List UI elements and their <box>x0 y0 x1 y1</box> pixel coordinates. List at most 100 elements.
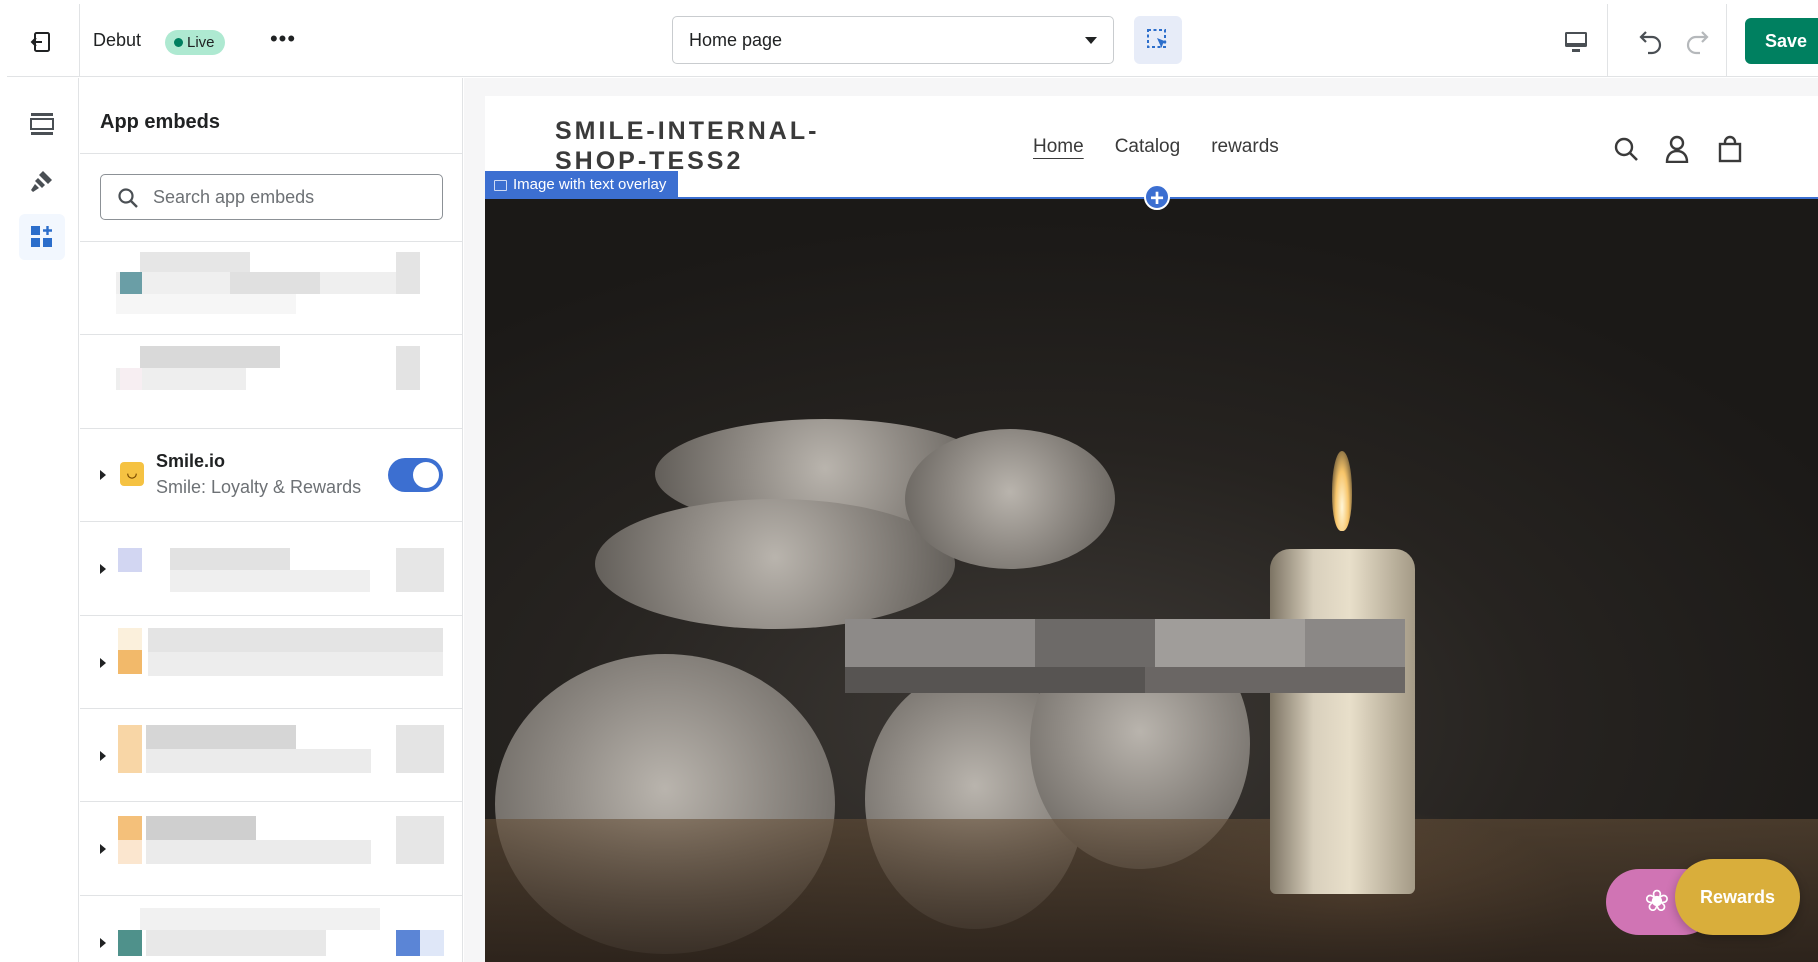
pixelated-block <box>396 548 444 592</box>
editor-rail <box>7 78 79 962</box>
redacted-app-row[interactable] <box>80 896 462 962</box>
cart-bag-icon <box>1718 135 1742 163</box>
inspector-toggle-button[interactable] <box>1134 16 1182 64</box>
apps-add-icon <box>31 226 52 247</box>
redacted-app-row[interactable] <box>80 522 462 615</box>
redo-icon <box>1686 31 1709 55</box>
live-status-badge: Live <box>165 30 225 55</box>
expand-icon[interactable] <box>100 658 106 668</box>
pixelated-block <box>845 667 1145 693</box>
pixelated-block <box>118 930 142 956</box>
nav-link-home[interactable]: Home <box>1033 136 1084 158</box>
caret-down-icon <box>1085 37 1097 44</box>
smile-logo-icon: ◡ <box>120 462 144 486</box>
undo-icon <box>1639 31 1662 55</box>
save-button[interactable]: Save <box>1745 18 1818 64</box>
divider <box>1607 4 1608 77</box>
towel-image-part <box>905 429 1115 569</box>
redacted-app-row[interactable] <box>80 242 462 335</box>
expand-icon[interactable] <box>100 564 106 574</box>
divider <box>80 153 462 154</box>
store-nav: Home Catalog rewards <box>1033 136 1279 158</box>
flower-icon: ❀ <box>1644 885 1670 918</box>
pixelated-block <box>420 930 444 956</box>
pixelated-block <box>1155 619 1305 667</box>
pixelated-block <box>146 725 296 749</box>
expand-icon[interactable] <box>100 938 106 948</box>
search-icon <box>1614 137 1638 161</box>
expand-icon[interactable] <box>100 470 106 480</box>
pixelated-block <box>1035 619 1155 667</box>
store-search-button[interactable] <box>1611 134 1641 164</box>
app-embed-toggle[interactable] <box>388 458 443 492</box>
rewards-launcher-button[interactable]: Rewards <box>1675 859 1800 935</box>
pixelated-block <box>146 840 371 864</box>
pixelated-block <box>396 816 444 864</box>
rail-item-theme-settings[interactable] <box>19 158 65 204</box>
panel-title: App embeds <box>100 111 221 133</box>
expand-icon[interactable] <box>100 751 106 761</box>
desktop-view-button[interactable] <box>1560 26 1592 58</box>
storefront-preview: SMILE-INTERNAL-SHOP-TESS2 Home Catalog r… <box>485 96 1818 962</box>
search-icon <box>118 188 138 208</box>
candle-image-part <box>1270 549 1415 894</box>
exit-icon <box>30 32 50 52</box>
pixelated-block <box>140 908 380 930</box>
redacted-app-row[interactable] <box>80 616 462 709</box>
app-subtitle: Smile: Loyalty & Rewards <box>156 477 362 497</box>
store-account-button[interactable] <box>1662 134 1692 164</box>
pixelated-block <box>118 650 142 674</box>
editor-topbar: Debut Live ••• Home page Save <box>7 4 1818 77</box>
pixelated-block <box>1305 619 1405 667</box>
section-label[interactable]: Image with text overlay <box>485 171 679 199</box>
page-selector[interactable]: Home page <box>672 16 1114 64</box>
sections-icon <box>30 113 54 135</box>
pixelated-block <box>120 368 142 390</box>
pixelated-block <box>396 346 420 390</box>
redacted-app-row[interactable] <box>80 802 462 895</box>
pixelated-block <box>118 816 142 840</box>
account-icon <box>1665 135 1689 163</box>
redacted-app-row[interactable] <box>80 709 462 802</box>
app-embeds-panel: App embeds ◡ Smile.io Smile: Loyalty & R… <box>80 78 463 962</box>
pixelated-block <box>170 548 290 570</box>
pixelated-block <box>170 570 370 592</box>
undo-button[interactable] <box>1634 24 1668 58</box>
pixelated-block <box>140 346 280 368</box>
pixelated-block <box>1145 667 1405 693</box>
nav-link-catalog[interactable]: Catalog <box>1115 136 1181 158</box>
inspector-select-icon <box>1147 29 1167 48</box>
pixelated-block <box>146 816 256 840</box>
pixelated-block <box>116 294 296 314</box>
rail-item-sections[interactable] <box>19 101 65 147</box>
pixelated-block <box>396 725 444 773</box>
more-actions-button[interactable]: ••• <box>265 28 301 58</box>
page-selector-value: Home page <box>689 30 783 50</box>
pixelated-block <box>140 252 250 272</box>
pixelated-block <box>148 652 443 676</box>
divider <box>79 4 80 77</box>
flame-image-part <box>1332 451 1352 531</box>
expand-icon[interactable] <box>100 844 106 854</box>
redo-button[interactable] <box>1680 24 1714 58</box>
redacted-app-row[interactable] <box>80 335 462 428</box>
search-input[interactable] <box>153 175 433 219</box>
add-section-button[interactable]: + <box>1144 184 1170 211</box>
pixelated-block <box>118 628 142 650</box>
theme-name: Debut <box>93 30 142 50</box>
pixelated-block <box>845 619 1035 667</box>
search-app-embeds[interactable] <box>100 174 443 220</box>
store-logo-text[interactable]: SMILE-INTERNAL-SHOP-TESS2 <box>555 116 845 176</box>
rail-item-app-embeds[interactable] <box>19 214 65 260</box>
exit-button[interactable] <box>25 26 57 58</box>
app-embed-smile-io[interactable]: ◡ Smile.io Smile: Loyalty & Rewards <box>80 429 462 522</box>
pixelated-block <box>146 930 326 956</box>
nav-link-rewards[interactable]: rewards <box>1211 136 1279 158</box>
desktop-icon <box>1565 32 1587 52</box>
store-cart-button[interactable] <box>1715 134 1745 164</box>
towel-image-part <box>595 499 955 629</box>
pixelated-block <box>230 272 320 294</box>
image-with-text-overlay-section[interactable] <box>485 199 1818 962</box>
pixelated-block <box>120 272 142 294</box>
pixelated-block <box>118 725 142 773</box>
